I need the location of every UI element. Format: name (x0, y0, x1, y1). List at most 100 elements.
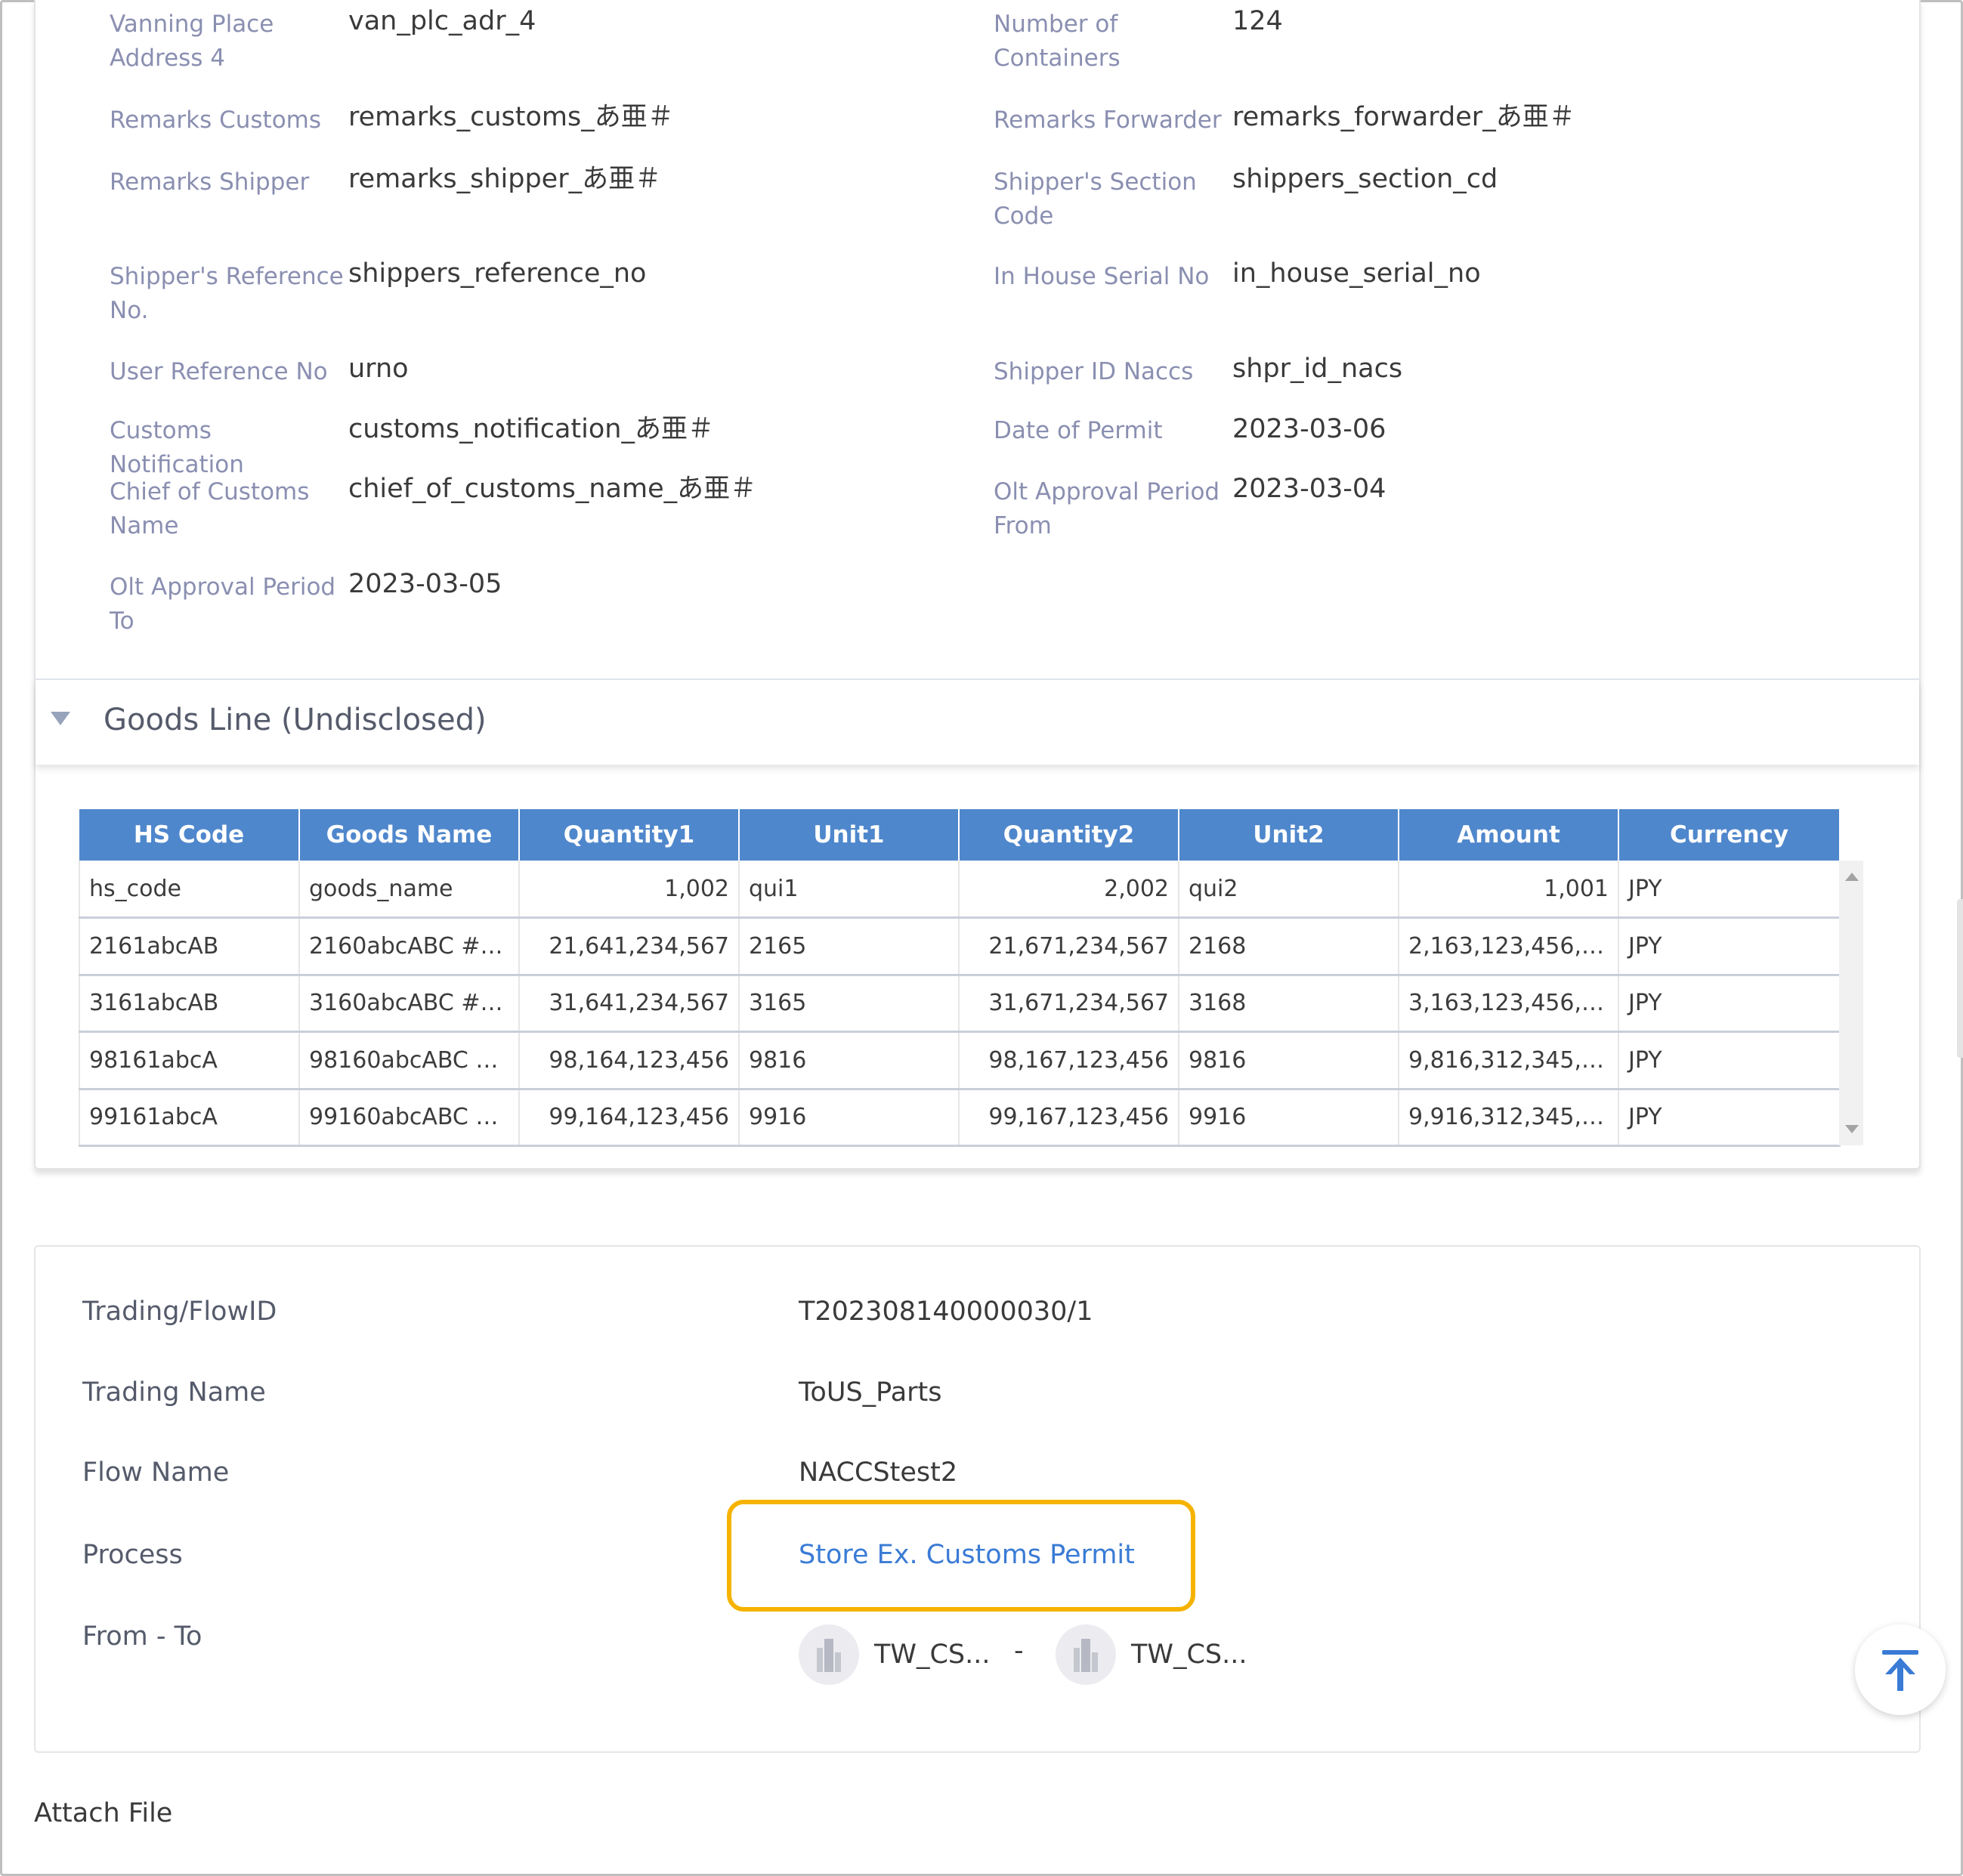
column-header[interactable]: Unit2 (1179, 809, 1399, 861)
flow-name-value: NACCStest2 (799, 1457, 958, 1488)
field-value: van_plc_adr_4 (348, 6, 536, 36)
field-value: remarks_forwarder_あ亜＃ (1232, 102, 1575, 132)
table-row[interactable]: hs_code goods_name 1,002 qui1 2,002 qui2… (79, 861, 1841, 919)
table-cell: 21,641,234,567 (519, 917, 740, 976)
goods-table: HS Code Goods Name Quantity1 Unit1 Quant… (79, 809, 1841, 1147)
table-cell: 9916 (1179, 1089, 1399, 1147)
back-to-top-button[interactable] (1855, 1624, 1946, 1715)
flow-name-label: Flow Name (82, 1457, 230, 1488)
table-cell: 2,163,123,456,789 (1399, 917, 1619, 976)
table-cell: JPY (1618, 1031, 1841, 1090)
to-party-name: TW_CS... (1131, 1640, 1247, 1670)
highlight-box (727, 1500, 1195, 1612)
field-label: Shipper's Section Code (994, 168, 1197, 230)
column-header[interactable]: Currency (1618, 809, 1841, 861)
table-cell: JPY (1618, 975, 1841, 1033)
trading-flowid-value: T202308140000030/1 (799, 1297, 1093, 1327)
table-cell: 9816 (739, 1031, 960, 1090)
table-cell: 3160abcABC #!a... (299, 975, 520, 1033)
table-cell: 99160abcABC #!... (299, 1089, 520, 1147)
table-cell: 1,001 (1399, 861, 1619, 919)
trading-flowid-label: Trading/FlowID (82, 1297, 277, 1327)
table-cell: 9,916,312,345,678 (1399, 1089, 1619, 1147)
table-cell: JPY (1618, 917, 1841, 976)
arrow-up-icon (1882, 1650, 1918, 1691)
field-label: Olt Approval Period From (994, 478, 1220, 539)
scroll-down-arrow-icon[interactable] (1845, 1125, 1859, 1133)
field-label: Remarks Forwarder (994, 107, 1222, 134)
column-header[interactable]: Goods Name (299, 809, 520, 861)
table-cell: 9816 (1179, 1031, 1399, 1090)
field-value: chief_of_customs_name_あ亜＃ (348, 474, 757, 504)
field-label: User Reference No (110, 358, 328, 385)
field-label: In House Serial No (994, 263, 1210, 290)
to-party[interactable]: TW_CS... (1056, 1624, 1247, 1685)
attach-file-label: Attach File (34, 1798, 173, 1828)
table-cell: 21,671,234,567 (959, 917, 1179, 976)
table-header-row: HS Code Goods Name Quantity1 Unit1 Quant… (79, 809, 1841, 861)
field-value: customs_notification_あ亜＃ (348, 414, 714, 444)
trading-name-label: Trading Name (82, 1377, 266, 1408)
field-label: Remarks Customs (110, 107, 322, 134)
field-value: 124 (1232, 6, 1283, 36)
from-to-separator: - (1014, 1636, 1024, 1666)
field-value: remarks_customs_あ亜＃ (348, 102, 674, 132)
table-cell: hs_code (79, 861, 300, 919)
table-cell: 1,002 (519, 861, 740, 919)
table-cell: 99,167,123,456 (959, 1089, 1179, 1147)
field-value: shpr_id_nacs (1232, 354, 1403, 384)
field-label: Remarks Shipper (110, 168, 310, 196)
field-label: Customs Notification (110, 417, 244, 478)
field-value: 2023-03-06 (1232, 414, 1386, 444)
table-cell: 99161abcA (79, 1089, 300, 1147)
scroll-up-arrow-icon[interactable] (1845, 873, 1859, 881)
field-value: 2023-03-05 (348, 569, 502, 599)
table-cell: 3161abcAB (79, 975, 300, 1033)
table-cell: 2161abcAB (79, 917, 300, 976)
table-cell: 9916 (739, 1089, 960, 1147)
table-cell: 2160abcABC #!a... (299, 917, 520, 976)
building-icon (1056, 1624, 1116, 1685)
side-panel-handle[interactable] (1957, 899, 1963, 1058)
table-cell: goods_name (299, 861, 520, 919)
column-header[interactable]: HS Code (79, 809, 300, 861)
table-row[interactable]: 99161abcA 99160abcABC #!... 99,164,123,4… (79, 1089, 1841, 1147)
table-row[interactable]: 98161abcA 98160abcABC #!... 98,164,123,4… (79, 1031, 1841, 1090)
column-header[interactable]: Quantity2 (959, 809, 1179, 861)
from-to-label: From - To (82, 1621, 202, 1652)
table-cell: 2168 (1179, 917, 1399, 976)
table-cell: 9,816,312,345,678 (1399, 1031, 1619, 1090)
field-label: Date of Permit (994, 417, 1163, 444)
table-cell: 2165 (739, 917, 960, 976)
field-value: 2023-03-04 (1232, 474, 1386, 504)
table-row[interactable]: 2161abcAB 2160abcABC #!a... 21,641,234,5… (79, 917, 1841, 976)
table-cell: qui1 (739, 861, 960, 919)
process-label: Process (82, 1540, 183, 1570)
field-label: Olt Approval Period To (110, 573, 336, 635)
table-cell: JPY (1618, 861, 1841, 919)
table-scrollbar[interactable] (1839, 861, 1863, 1145)
goods-section-header[interactable]: Goods Line (Undisclosed) (36, 680, 1919, 765)
column-header[interactable]: Unit1 (739, 809, 960, 861)
field-label: Shipper's Reference No. (110, 263, 344, 324)
from-party-name: TW_CS... (874, 1640, 991, 1670)
from-party[interactable]: TW_CS... (799, 1624, 991, 1685)
detail-card: Vanning Place Address 4 van_plc_adr_4 Re… (34, 0, 1921, 1170)
trading-info-card: Trading/FlowID T202308140000030/1 Tradin… (34, 1245, 1921, 1753)
table-row[interactable]: 3161abcAB 3160abcABC #!a... 31,641,234,5… (79, 975, 1841, 1033)
column-header[interactable]: Quantity1 (519, 809, 740, 861)
table-cell: 31,671,234,567 (959, 975, 1179, 1033)
trading-name-value: ToUS_Parts (799, 1377, 942, 1408)
column-header[interactable]: Amount (1399, 809, 1619, 861)
table-cell: 98,164,123,456 (519, 1031, 740, 1090)
table-cell: qui2 (1179, 861, 1399, 919)
field-label: Chief of Customs Name (110, 478, 310, 539)
field-value: shippers_reference_no (348, 258, 647, 289)
table-cell: 3168 (1179, 975, 1399, 1033)
table-cell: 3,163,123,456,789 (1399, 975, 1619, 1033)
field-value: shippers_section_cd (1232, 164, 1498, 194)
field-label: Shipper ID Naccs (994, 358, 1194, 385)
collapse-toggle-icon[interactable] (51, 712, 70, 725)
table-cell: 31,641,234,567 (519, 975, 740, 1033)
table-cell: JPY (1618, 1089, 1841, 1147)
